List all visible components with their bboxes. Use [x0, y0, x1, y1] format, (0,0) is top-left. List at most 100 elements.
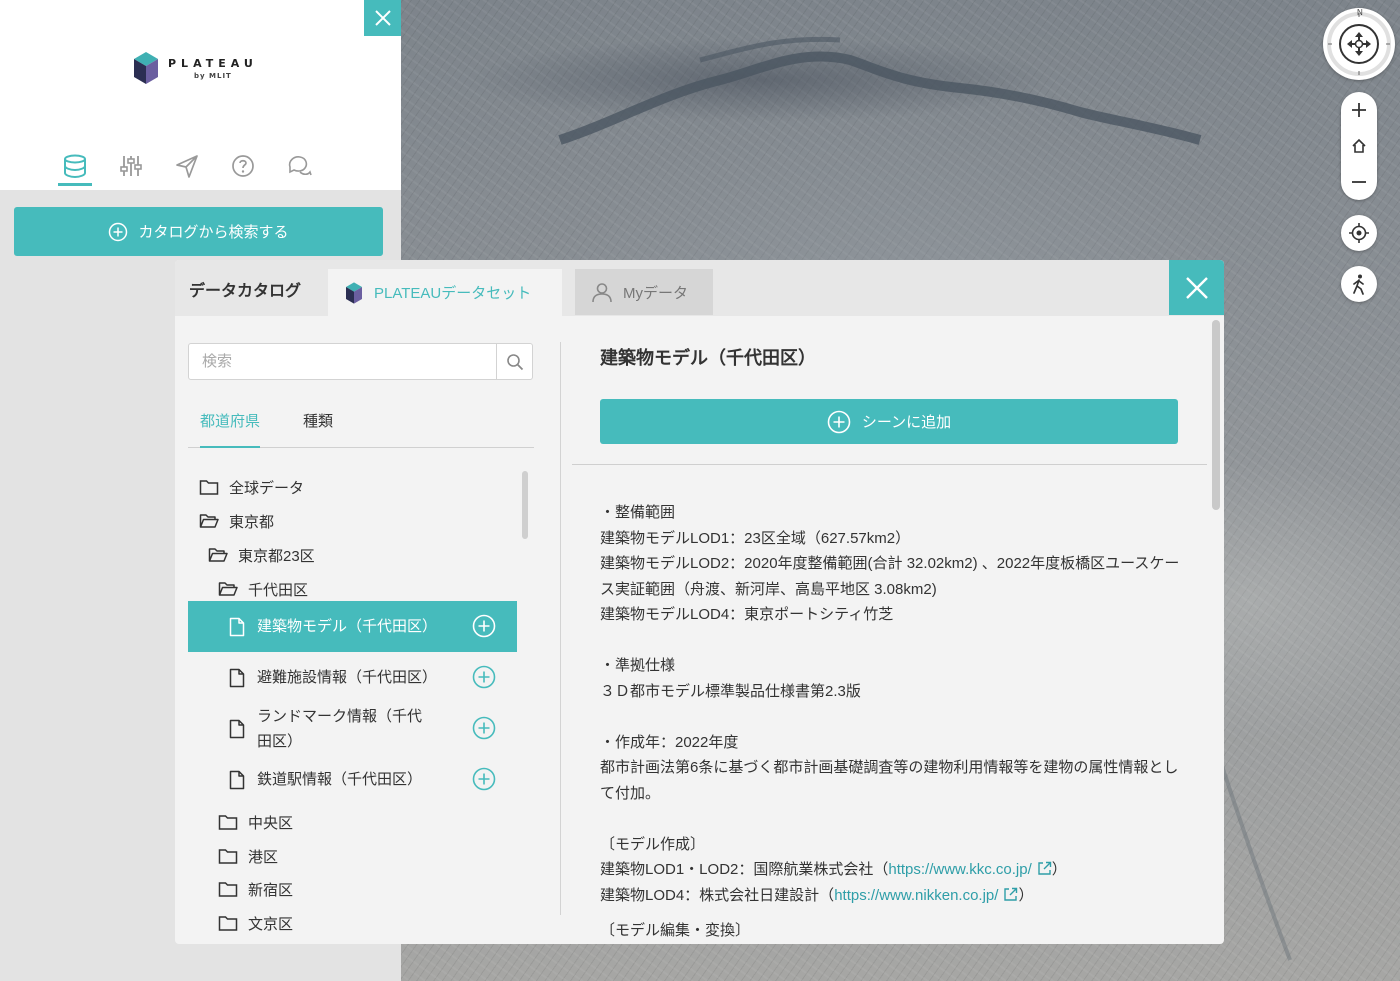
- zoom-control: [1341, 92, 1377, 200]
- filter-tab-type[interactable]: 種類: [303, 410, 333, 448]
- detail-line: ・作成年：2022年度: [600, 733, 739, 751]
- detail-link-line: 建築物LOD4：株式会社日建設計（https://www.nikken.co.j…: [600, 883, 1190, 909]
- send-icon: [176, 155, 198, 178]
- detail-line: 建築物モデルLOD1：23区全域（627.57km2）: [600, 529, 911, 547]
- column-divider: [560, 342, 561, 915]
- kkc-link[interactable]: https://www.kkc.co.jp/: [888, 861, 1031, 878]
- tree-label: ランドマーク情報（千代田区）: [257, 707, 423, 750]
- close-icon: [374, 10, 391, 26]
- detail-link-prefix: 建築物LOD4：株式会社日建設計（: [600, 886, 835, 904]
- tree-folder-minato[interactable]: 港区: [188, 844, 517, 868]
- data-catalog-modal: データカタログ PLATEAUデータセット Myデータ 都道府県: [175, 260, 1224, 944]
- tab-plateau-label: PLATEAUデータセット: [374, 285, 532, 302]
- zoom-in-button[interactable]: [1341, 92, 1377, 128]
- chat-icon: [288, 156, 312, 176]
- folder-icon: [218, 913, 238, 933]
- detail-line: ３Ｄ都市モデル標準製品仕様書第2.3版: [600, 682, 861, 700]
- catalog-tree: 全球データ 東京都 東京都23区 千代田区 建築物モデル（千代田区） 避難施設情…: [188, 465, 517, 933]
- add-to-scene-button[interactable]: シーンに追加: [600, 399, 1178, 444]
- search-submit-button[interactable]: [496, 344, 532, 379]
- home-button[interactable]: [1341, 128, 1377, 164]
- modal-close-button[interactable]: [1169, 260, 1224, 315]
- compass-control[interactable]: [1323, 8, 1395, 80]
- detail-line: [600, 628, 1190, 654]
- tab-help[interactable]: [226, 150, 260, 186]
- tree-folder-tokyo-23[interactable]: 東京都23区: [188, 543, 517, 567]
- plus-circle-icon: [827, 410, 851, 433]
- detail-line: ・整備範囲: [600, 504, 676, 521]
- plateau-cube-icon: [346, 281, 362, 304]
- detail-link-prefix: 建築物LOD1・LOD2：国際航業株式会社（: [600, 861, 889, 878]
- folder-open-icon: [208, 545, 228, 565]
- tab-plateau-dataset[interactable]: PLATEAUデータセット: [328, 269, 562, 316]
- tree-label: 新宿区: [248, 881, 294, 899]
- tree-label: 東京都23区: [238, 547, 315, 565]
- detail-line: 〔モデル作成〕: [600, 835, 706, 853]
- tree-folder-shinjuku[interactable]: 新宿区: [188, 877, 517, 901]
- tree-label: 全球データ: [229, 479, 305, 497]
- tree-label: 中央区: [248, 814, 294, 832]
- add-to-scene-label: シーンに追加: [861, 414, 952, 431]
- tab-settings[interactable]: [114, 150, 148, 186]
- plateau-logo: PLATEAU by MLIT: [132, 50, 258, 86]
- folder-icon: [218, 812, 238, 832]
- add-to-scene-icon[interactable]: [472, 665, 496, 693]
- tree-item-landmark[interactable]: ランドマーク情報（千代田区）: [188, 703, 517, 754]
- detail-scrollbar[interactable]: [1208, 316, 1224, 944]
- tree-item-evacuation[interactable]: 避難施設情報（千代田区）: [188, 652, 517, 703]
- catalog-search-button[interactable]: カタログから検索する: [14, 207, 383, 256]
- database-icon: [64, 154, 86, 179]
- tree-label: 港区: [248, 848, 279, 866]
- detail-link-line: 建築物LOD1・LOD2：国際航業株式会社（https://www.kkc.co…: [600, 857, 1190, 883]
- filter-tab-prefecture[interactable]: 都道府県: [200, 410, 261, 448]
- plus-icon: [1352, 103, 1366, 117]
- catalog-search-box: [188, 343, 533, 380]
- detail-line: 〔モデル編集・変換〕: [600, 922, 751, 939]
- locate-icon: [1349, 223, 1369, 243]
- tree-folder-chiyoda[interactable]: 千代田区: [188, 577, 517, 601]
- home-icon: [1352, 138, 1366, 153]
- folder-open-icon: [218, 579, 238, 599]
- file-icon: [227, 668, 247, 688]
- tree-item-building-model[interactable]: 建築物モデル（千代田区）: [188, 601, 517, 652]
- external-link-icon: [1038, 861, 1051, 875]
- add-to-scene-icon[interactable]: [472, 614, 496, 642]
- tree-scrollbar[interactable]: [520, 465, 530, 933]
- plus-circle-icon: [109, 222, 128, 241]
- tree-folder-bunkyo[interactable]: 文京区: [188, 911, 517, 933]
- detail-title: 建築物モデル（千代田区）: [600, 348, 816, 368]
- zoom-out-button[interactable]: [1341, 164, 1377, 200]
- detail-line: ・準拠仕様: [600, 657, 676, 674]
- sliders-icon: [120, 156, 142, 176]
- detail-line: [600, 806, 1190, 832]
- add-to-scene-icon[interactable]: [472, 767, 496, 795]
- tree-label: 避難施設情報（千代田区）: [257, 669, 438, 686]
- side-panel-tabs: [58, 150, 316, 186]
- add-to-scene-icon[interactable]: [472, 716, 496, 744]
- tab-my-label: Myデータ: [623, 284, 688, 302]
- file-icon: [227, 617, 247, 637]
- tree-folder-tokyo[interactable]: 東京都: [188, 509, 517, 533]
- my-location-button[interactable]: [1341, 215, 1377, 251]
- nikken-link[interactable]: https://www.nikken.co.jp/: [834, 887, 998, 904]
- pedestrian-mode-button[interactable]: [1341, 266, 1377, 302]
- tree-folder-global[interactable]: 全球データ: [188, 475, 517, 499]
- logo-wordmark: PLATEAU: [168, 56, 258, 70]
- tab-feedback[interactable]: [282, 150, 316, 186]
- tree-label: 千代田区: [248, 581, 309, 599]
- detail-line: [600, 704, 1190, 730]
- tree-label: 鉄道駅情報（千代田区）: [257, 771, 423, 788]
- side-panel-close-button[interactable]: [364, 0, 401, 36]
- tab-data[interactable]: [58, 150, 92, 186]
- plateau-cube-icon: [134, 52, 158, 84]
- detail-description: ・整備範囲 建築物モデルLOD1：23区全域（627.57km2） 建築物モデル…: [600, 500, 1190, 944]
- tree-item-railway-station[interactable]: 鉄道駅情報（千代田区）: [188, 754, 517, 805]
- catalog-search-input[interactable]: [189, 344, 497, 379]
- detail-separator: [572, 464, 1207, 465]
- tab-my-data[interactable]: Myデータ: [575, 269, 713, 315]
- search-icon: [506, 353, 523, 370]
- tree-folder-chuo[interactable]: 中央区: [188, 810, 517, 834]
- modal-title: データカタログ: [189, 283, 302, 300]
- walk-icon: [1353, 274, 1364, 295]
- tab-share[interactable]: [170, 150, 204, 186]
